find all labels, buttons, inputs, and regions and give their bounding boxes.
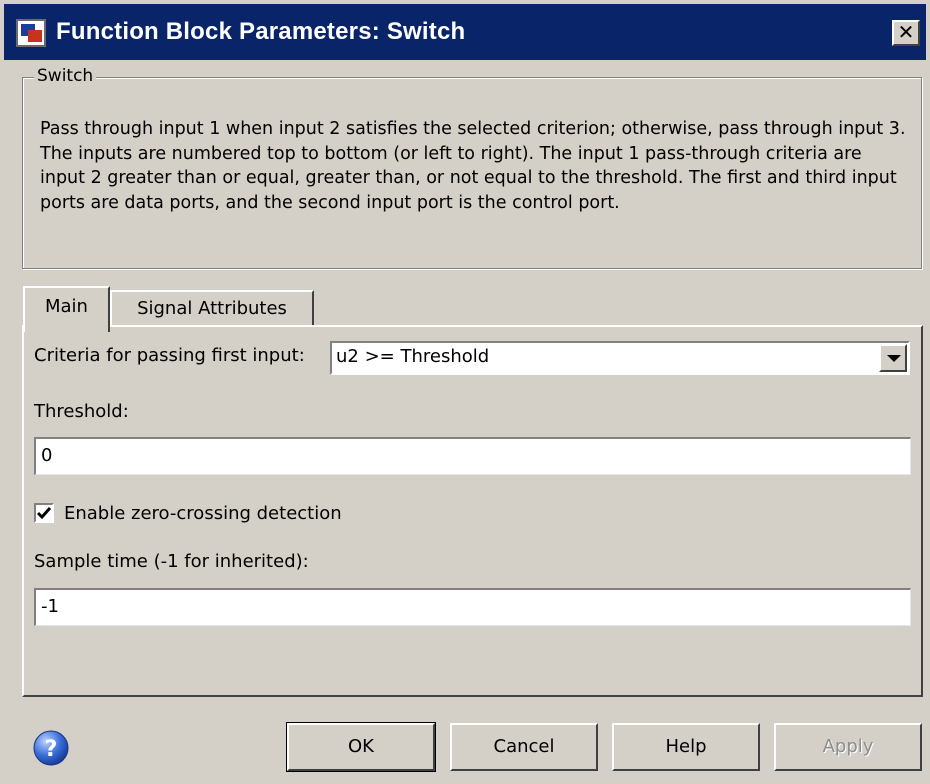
title-bar[interactable]: Function Block Parameters: Switch ✕	[4, 4, 926, 60]
help-button[interactable]: Help	[612, 723, 760, 771]
close-button[interactable]: ✕	[892, 20, 920, 46]
criteria-label: Criteria for passing first input:	[34, 345, 305, 366]
zero-crossing-checkbox[interactable]	[34, 503, 54, 523]
cancel-button[interactable]: Cancel	[450, 723, 598, 771]
threshold-input[interactable]: 0	[34, 437, 911, 475]
criteria-value: u2 >= Threshold	[336, 346, 490, 367]
close-icon: ✕	[897, 20, 915, 44]
group-legend: Switch	[34, 66, 97, 86]
threshold-label: Threshold:	[34, 401, 129, 422]
tab-signal-attributes[interactable]: Signal Attributes	[110, 290, 314, 326]
apply-button[interactable]: Apply	[774, 723, 922, 771]
zero-crossing-label[interactable]: Enable zero-crossing detection	[64, 503, 342, 524]
chevron-down-icon[interactable]	[879, 344, 907, 372]
checkmark-icon	[36, 507, 52, 520]
sample-time-label: Sample time (-1 for inherited):	[34, 551, 309, 572]
block-description: Pass through input 1 when input 2 satisf…	[40, 119, 906, 213]
simulink-block-icon	[16, 19, 46, 47]
tab-main[interactable]: Main	[23, 286, 110, 332]
sample-time-input[interactable]: -1	[34, 588, 911, 626]
dialog-window: Function Block Parameters: Switch ✕ Swit…	[0, 0, 930, 784]
ok-button[interactable]: OK	[286, 722, 436, 772]
help-question-icon[interactable]: ?	[33, 730, 69, 766]
window-title: Function Block Parameters: Switch	[56, 18, 466, 45]
svg-text:?: ?	[45, 737, 58, 762]
criteria-select[interactable]: u2 >= Threshold	[330, 341, 910, 375]
